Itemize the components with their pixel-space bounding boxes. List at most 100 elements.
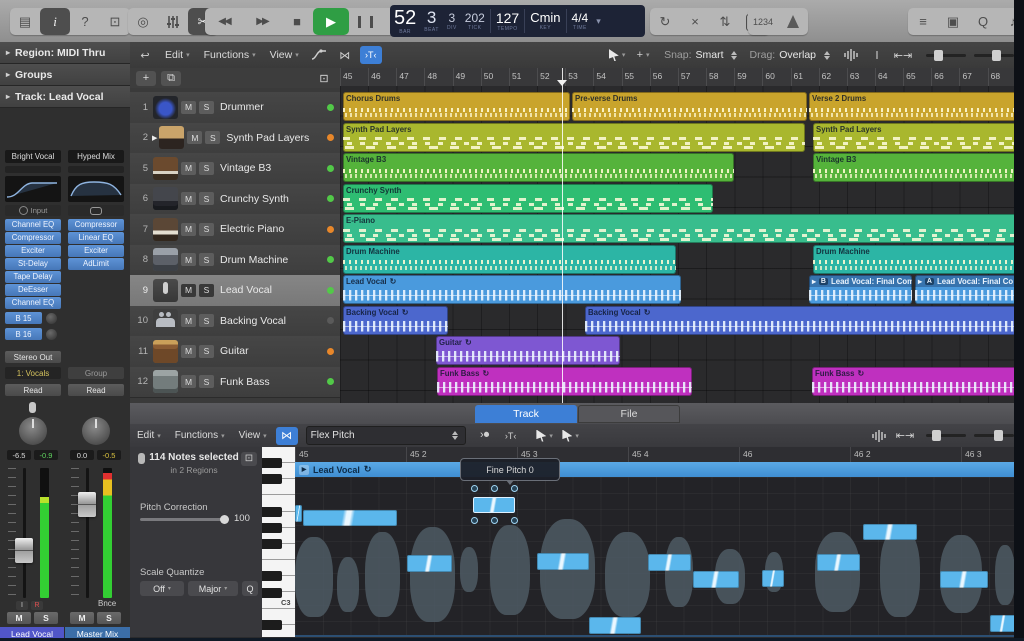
functions-menu[interactable]: Functions ▾ [197, 42, 263, 68]
region-e-piano[interactable]: E-Piano [343, 214, 1016, 243]
mute-button[interactable]: M [181, 283, 196, 297]
solo-button[interactable]: S [199, 192, 214, 206]
region-synth-pad-2[interactable]: Synth Pad Layers [813, 122, 1016, 152]
vertical-zoom-slider[interactable] [926, 49, 966, 61]
tuner-icon[interactable]: ◎ [128, 8, 158, 35]
track-inspector-header[interactable]: ▸ Track: Lead Vocal [0, 86, 130, 108]
vertical-auto-zoom-icon[interactable]: Ⅰ [866, 46, 888, 64]
lcd-display[interactable]: 52 BAR 3 BEAT 3 DIV 202 TICK 127 TEMPO Cmin KE… [390, 5, 645, 37]
black-key[interactable] [262, 506, 282, 517]
quantize-button[interactable]: Q [242, 581, 258, 596]
solo-button-left[interactable]: S [34, 612, 58, 624]
drag-value[interactable]: Overlap [779, 49, 816, 61]
region-synth-pad-1[interactable]: Synth Pad Layers [343, 122, 805, 152]
mute-button[interactable]: M [181, 314, 196, 328]
edit-menu[interactable]: Edit ▾ [158, 42, 197, 68]
forward-button[interactable]: ▶▶ [243, 8, 281, 35]
plugin-slot[interactable]: Channel EQ [5, 297, 61, 309]
track-on-dot[interactable] [327, 347, 334, 355]
output-slot-left[interactable]: Stereo Out [5, 351, 61, 363]
disclosure-icon[interactable]: ▸ [918, 277, 922, 286]
plugin-slot[interactable]: Tape Delay [5, 271, 61, 283]
solo-button[interactable]: S [199, 100, 214, 114]
count-in-button[interactable]: 1234 [748, 8, 778, 35]
region-lead-vocal-take-a[interactable]: ▸ A Lead Vocal: Final Co [915, 275, 1016, 304]
inspector-toggle-icon[interactable]: i [40, 8, 70, 35]
region-chorus-drums[interactable]: Chorus Drums [343, 92, 570, 121]
catch-playhead-icon[interactable]: ›⏺ [474, 427, 496, 445]
note-handle[interactable] [491, 485, 498, 492]
black-key[interactable] [262, 571, 282, 582]
track-on-dot[interactable] [327, 286, 334, 294]
region-vintage-b3-1[interactable]: Vintage B3 [343, 153, 734, 182]
secondary-tool-menu[interactable]: + ▾ [632, 46, 654, 64]
editor-horizontal-zoom-slider[interactable] [974, 430, 1014, 441]
volume-fader-left[interactable] [15, 538, 33, 563]
flex-pitch-note-selected[interactable] [473, 497, 515, 513]
note-handle[interactable] [471, 485, 478, 492]
track-on-dot[interactable] [327, 256, 334, 264]
automation-icon[interactable] [308, 46, 330, 64]
apple-loops-icon[interactable]: Q [968, 8, 998, 35]
region-funk-bass-1[interactable]: Funk Bass ↻ [437, 366, 692, 396]
disclosure-icon[interactable]: ▸ [812, 277, 816, 286]
track-on-dot[interactable] [327, 134, 334, 142]
mixer-icon[interactable] [158, 8, 188, 35]
track-on-dot[interactable] [327, 164, 334, 172]
black-key[interactable] [262, 474, 282, 485]
automation-mode-left[interactable]: Read [5, 384, 61, 396]
region-vintage-b3-2[interactable]: Vintage B3 [813, 153, 1016, 182]
plugin-slot[interactable]: AdLimit [68, 258, 124, 270]
stop-button[interactable]: ■ [281, 8, 313, 35]
plugin-slot[interactable]: Exciter [68, 245, 124, 257]
pan-value-right[interactable]: 0.0 [70, 450, 94, 460]
track-on-dot[interactable] [327, 195, 334, 203]
groups-inspector-header[interactable]: ▸ Groups [0, 64, 130, 86]
plugin-slot[interactable]: Exciter [5, 245, 61, 257]
region-funk-bass-2[interactable]: Funk Bass ↻ [812, 366, 1016, 396]
solo-button[interactable]: S [199, 344, 214, 358]
track-on-dot[interactable] [327, 225, 334, 233]
editor-fit-zoom-icon[interactable]: ⇤⇥ [894, 427, 916, 445]
track-row-electric-piano[interactable]: 7 M S Electric Piano [130, 214, 340, 246]
mute-button-right[interactable]: M [70, 612, 94, 624]
mute-button[interactable]: M [181, 375, 196, 389]
rewind-button[interactable]: ◀◀ [205, 8, 243, 35]
replace-icon[interactable]: × [680, 8, 710, 35]
library-icon[interactable]: ▤ [10, 8, 40, 35]
flex-pitch-note[interactable] [817, 554, 860, 571]
disclosure-icon[interactable]: ▶ [152, 134, 157, 142]
black-key[interactable] [262, 458, 282, 468]
view-menu[interactable]: View ▾ [263, 42, 306, 68]
track-on-dot[interactable] [327, 317, 334, 325]
region-guitar[interactable]: Guitar ↻ [436, 336, 620, 365]
flex-pitch-note[interactable] [407, 555, 452, 572]
region-crunchy-synth[interactable]: Crunchy Synth [343, 183, 713, 213]
send-knob[interactable] [46, 312, 57, 324]
track-row-crunchy-synth[interactable]: 6 M S Crunchy Synth [130, 183, 340, 215]
track-row-guitar[interactable]: 11 M S Guitar [130, 336, 340, 368]
duplicate-track-button[interactable]: ⧉ [161, 70, 181, 86]
track-row-drummer[interactable]: 1 M S Drummer [130, 92, 340, 124]
group-slot-right[interactable]: Group [68, 367, 124, 379]
track-row-funk-bass[interactable]: 12 M S Funk Bass [130, 366, 340, 398]
pitch-correction-slider[interactable] [140, 515, 229, 524]
snap-stepper[interactable] [729, 47, 740, 63]
region-verse2-drums[interactable]: Verse 2 Drums [809, 92, 1016, 121]
send-knob[interactable] [46, 328, 57, 340]
flex-pitch-note[interactable] [648, 554, 691, 571]
editor-region-strip[interactable]: ▶ Lead Vocal ↻ [295, 462, 1016, 477]
mute-button[interactable]: M [181, 222, 196, 236]
stereo-format-slot[interactable] [68, 205, 124, 216]
scale-type-dropdown[interactable]: Major ▾ [188, 581, 238, 596]
channel-strip-setting-right[interactable]: Hyped Mix [68, 150, 124, 163]
bounce-button[interactable]: Bnce [98, 599, 116, 608]
note-pads-icon[interactable]: ▣ [938, 8, 968, 35]
flex-pitch-note[interactable] [990, 615, 1016, 632]
send-slot-2[interactable]: B 16 [5, 328, 57, 340]
gain-value-right[interactable]: -0.5 [97, 450, 121, 460]
record-enable-button[interactable]: R [31, 601, 43, 610]
flex-pitch-note[interactable] [295, 505, 302, 522]
region-backing-vocal-2[interactable]: Backing Vocal ↻ [585, 305, 1016, 335]
lcd-chevron-icon[interactable]: ▾ [592, 16, 605, 27]
